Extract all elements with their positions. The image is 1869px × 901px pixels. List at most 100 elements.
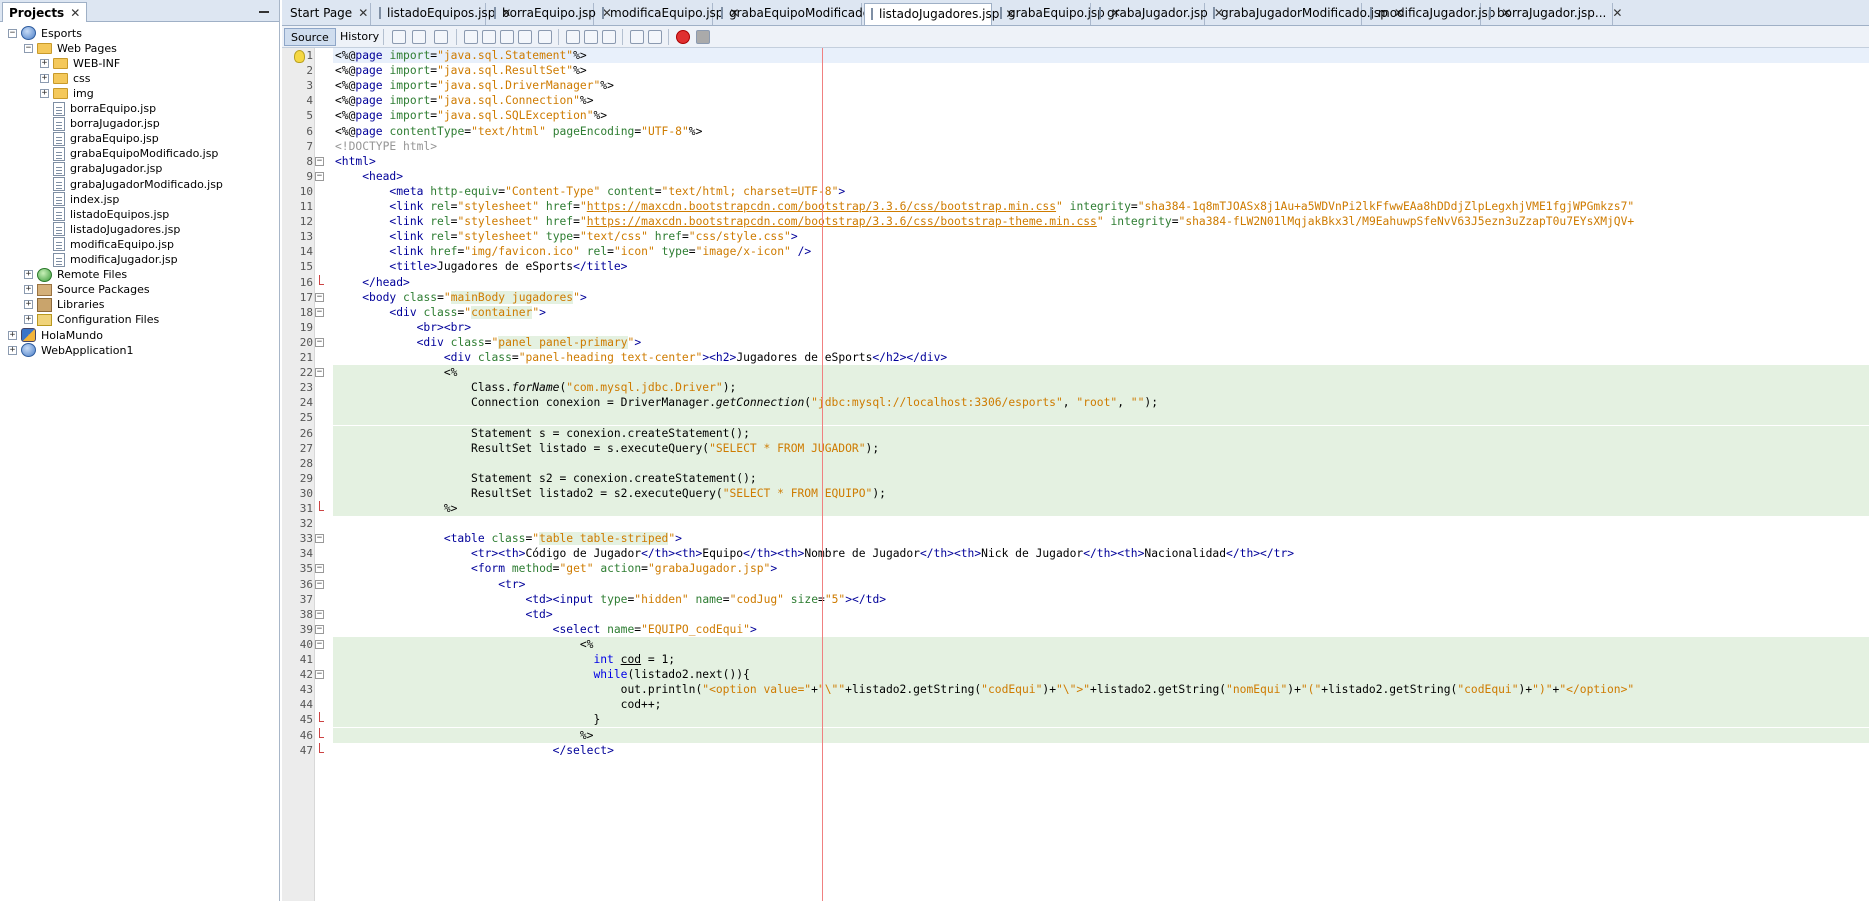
stop-macro-icon[interactable]	[696, 30, 710, 44]
code-line[interactable]: 16 </head>	[300, 274, 1869, 290]
expand-icon[interactable]: +	[40, 73, 49, 83]
expand-icon[interactable]: +	[40, 88, 49, 98]
fold-toggle-icon[interactable]: −	[315, 639, 324, 649]
record-macro-icon[interactable]	[676, 30, 690, 44]
history-button[interactable]: History	[334, 28, 385, 46]
fold-toggle-icon[interactable]: −	[315, 292, 324, 302]
shift-right-icon[interactable]	[648, 30, 662, 44]
source-button[interactable]: Source	[284, 28, 336, 46]
minimize-icon[interactable]	[259, 4, 271, 16]
fold-toggle-icon[interactable]: −	[315, 534, 324, 544]
find-previous-icon[interactable]	[482, 30, 496, 44]
expand-icon[interactable]: +	[24, 315, 33, 325]
code-line[interactable]: 39− <select name="EQUIPO_codEqui">	[300, 622, 1869, 637]
tree-node[interactable]: + WebApplication1	[8, 341, 133, 359]
code-line[interactable]: 23 Class.forName("com.mysql.jdbc.Driver"…	[300, 380, 1869, 396]
code-line[interactable]: 17− <body class="mainBody jugadores">	[300, 290, 1869, 305]
expand-icon[interactable]: +	[24, 300, 33, 310]
collapse-icon[interactable]: −	[8, 28, 17, 38]
code-line[interactable]: 6 <%@page contentType="text/html" pageEnc…	[306, 124, 1869, 139]
editor-tab[interactable]: grabaJugador.jsp ✕	[1093, 3, 1224, 25]
code-line[interactable]: 47 </select>	[300, 742, 1869, 758]
code-area[interactable]: 1 <%@page import="java.sql.Statement"%> 2 <…	[282, 48, 1869, 901]
code-line[interactable]: 14 <link href="img/favicon.ico" rel="ico…	[300, 244, 1869, 259]
fold-toggle-icon[interactable]: −	[315, 609, 324, 619]
forward-icon[interactable]	[434, 30, 448, 44]
code-line[interactable]: 1 <%@page import="java.sql.Statement"%>	[306, 48, 1869, 64]
close-icon[interactable]: ✕	[70, 6, 80, 20]
fold-toggle-icon[interactable]: −	[315, 156, 324, 166]
code-line[interactable]: 43 out.println("<option value="+"\""+lis…	[300, 682, 1869, 698]
fold-toggle-icon[interactable]: −	[315, 171, 324, 181]
code-line[interactable]: 11 <link rel="stylesheet" href="https://…	[300, 199, 1869, 214]
editor-tab[interactable]: grabaEquipoModificado.jsp✕	[715, 3, 907, 25]
code-line[interactable]: 27 ResultSet listado = s.executeQuery("S…	[300, 440, 1869, 456]
next-bookmark-icon[interactable]	[584, 30, 598, 44]
editor-tab[interactable]: grabaJugadorModificado.jsp ✕	[1207, 3, 1404, 25]
code-line[interactable]: 33− <table class="table table-striped">	[300, 531, 1869, 546]
code-line[interactable]: 32	[300, 516, 1869, 531]
expand-icon[interactable]: +	[8, 345, 17, 355]
code-line[interactable]: 42− while(listado2.next()){	[300, 667, 1869, 683]
editor-tab[interactable]: grabaEquipo.jsp ✕	[994, 3, 1121, 25]
projects-tab[interactable]: Projects ✕	[2, 2, 88, 22]
code-line[interactable]: 28	[300, 455, 1869, 471]
code-line[interactable]: 10 <meta http-equiv="Content-Type" conte…	[300, 184, 1869, 199]
editor-tab[interactable]: Start Page ✕	[284, 3, 371, 25]
code-line[interactable]: 22− <%	[300, 365, 1869, 381]
close-tab-icon[interactable]: ✕	[358, 6, 368, 20]
back-icon[interactable]	[412, 30, 426, 44]
code-line[interactable]: 7 <!DOCTYPE html>	[306, 139, 1869, 154]
code-line[interactable]: 21 <div class="panel-heading text-center…	[300, 350, 1869, 365]
shift-left-icon[interactable]	[630, 30, 644, 44]
code-line[interactable]: 35− <form method="get" action="grabaJuga…	[300, 561, 1869, 576]
code-line[interactable]: 9− <head>	[306, 169, 1869, 184]
fold-toggle-icon[interactable]: −	[315, 368, 324, 378]
editor-tab[interactable]: listadoJugadores.jsp ✕	[864, 3, 1015, 25]
last-edit-icon[interactable]	[392, 30, 406, 44]
expand-icon[interactable]: +	[24, 285, 33, 295]
editor-tab[interactable]: modificaEquipo.jsp ✕	[596, 3, 739, 25]
fold-toggle-icon[interactable]: −	[315, 307, 324, 317]
fold-toggle-icon[interactable]: −	[315, 337, 324, 347]
find-next-icon[interactable]	[500, 30, 514, 44]
code-line[interactable]: 13 <link rel="stylesheet" type="text/css…	[300, 229, 1869, 244]
fold-toggle-icon[interactable]: −	[315, 624, 324, 634]
code-line[interactable]: 5 <%@page import="java.sql.SQLException"%…	[306, 108, 1869, 123]
code-line[interactable]: 8− <html>	[306, 154, 1869, 169]
code-line[interactable]: 25	[300, 410, 1869, 426]
code-line[interactable]: 20− <div class="panel panel-primary">	[300, 335, 1869, 350]
editor-tab[interactable]: borraJugador.jsp... ✕	[1483, 3, 1622, 25]
fold-toggle-icon[interactable]: −	[315, 670, 324, 680]
editor-tab[interactable]: modificaJugador.jsp ✕	[1364, 3, 1511, 25]
code-line[interactable]: 31 %>	[300, 501, 1869, 517]
code-line[interactable]: 30 ResultSet listado2 = s2.executeQuery(…	[300, 485, 1869, 501]
find-icon[interactable]	[464, 30, 478, 44]
code-line[interactable]: 4 <%@page import="java.sql.Connection"%>	[306, 93, 1869, 108]
expand-icon[interactable]: +	[8, 330, 17, 340]
fold-toggle-icon[interactable]: −	[315, 579, 324, 589]
fold-toggle-icon[interactable]: −	[315, 564, 324, 574]
close-tab-icon[interactable]: ✕	[1612, 6, 1622, 20]
code-line[interactable]: 3 <%@page import="java.sql.DriverManager"…	[306, 78, 1869, 93]
code-line[interactable]: 15 <title>Jugadores de eSports</title>	[300, 259, 1869, 274]
toggle-selection-icon[interactable]	[538, 30, 552, 44]
code-line[interactable]: 46 %>	[300, 727, 1869, 743]
code-line[interactable]: 18− <div class="container">	[300, 305, 1869, 320]
code-line[interactable]: 36− <tr>	[300, 577, 1869, 592]
code-line[interactable]: 29 Statement s2 = conexion.createStateme…	[300, 470, 1869, 486]
code-line[interactable]: 44 cod++;	[300, 697, 1869, 713]
expand-icon[interactable]: +	[40, 58, 49, 68]
expand-icon[interactable]: +	[24, 270, 33, 280]
code-line[interactable]: 37 <td><input type="hidden" name="codJug…	[300, 592, 1869, 607]
code-line[interactable]: 41 int cod = 1;	[300, 652, 1869, 668]
code-line[interactable]: 19 <br><br>	[300, 320, 1869, 335]
toggle-bookmark-icon[interactable]	[602, 30, 616, 44]
collapse-icon[interactable]: −	[24, 43, 33, 53]
code-line[interactable]: 26 Statement s = conexion.createStatemen…	[300, 425, 1869, 441]
code-line[interactable]: 2 <%@page import="java.sql.ResultSet"%>	[306, 63, 1869, 78]
code-line[interactable]: 40− <%	[300, 636, 1869, 652]
code-line[interactable]: 38− <td>	[300, 607, 1869, 622]
toggle-highlight-icon[interactable]	[518, 30, 532, 44]
code-line[interactable]: 24 Connection conexion = DriverManager.g…	[300, 395, 1869, 411]
